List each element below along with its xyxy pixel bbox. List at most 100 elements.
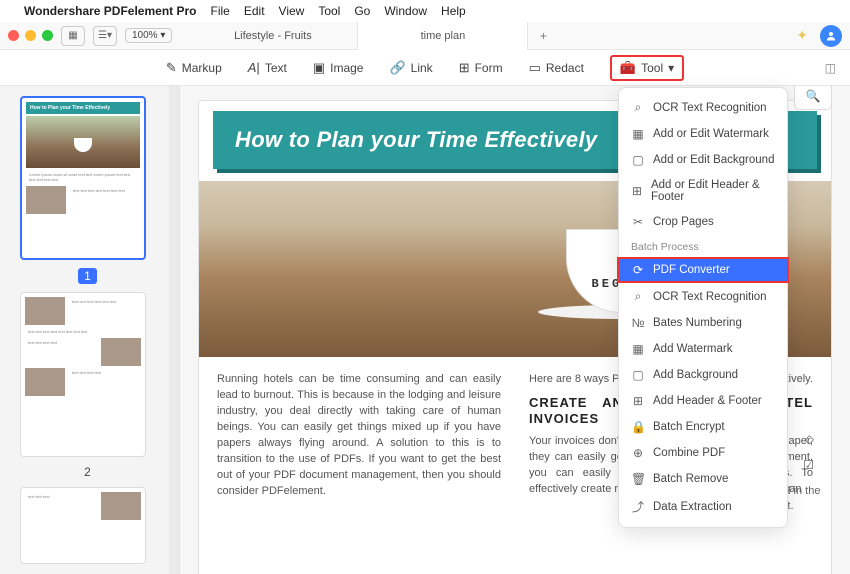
form-button[interactable]: ⊞ Form bbox=[459, 60, 503, 76]
document-tabs: Lifestyle - Fruits time plan + bbox=[188, 22, 788, 50]
tab-time-plan[interactable]: time plan bbox=[358, 22, 528, 50]
dd-label: Add or Edit Watermark bbox=[653, 128, 769, 140]
menu-tool[interactable]: Tool bbox=[318, 4, 340, 18]
combine-icon: ⊕ bbox=[631, 446, 645, 460]
image-button[interactable]: ▣ Image bbox=[313, 60, 364, 76]
checkbox-icon[interactable]: ☑ bbox=[803, 458, 814, 472]
form-icon: ⊞ bbox=[459, 60, 470, 76]
panel-toggle-icon[interactable]: ◫ bbox=[825, 61, 836, 75]
close-window-button[interactable] bbox=[8, 30, 19, 41]
main-toolbar: ✎ Markup A|Text ▣ Image 🔗Link ⊞ Form ▭ Redac… bbox=[0, 50, 850, 86]
body-column-1: Running hotels can be time consuming and… bbox=[217, 371, 501, 499]
text-button[interactable]: A|Text bbox=[248, 60, 287, 75]
zoom-value: 100% bbox=[132, 30, 158, 41]
image-label: Image bbox=[330, 61, 363, 75]
dd-label: Bates Numbering bbox=[653, 317, 742, 329]
dd-pdf-converter[interactable]: ⟳ PDF Converter bbox=[617, 257, 789, 283]
properties-icon[interactable]: ◇ bbox=[805, 432, 814, 446]
dd-ocr-text-recognition[interactable]: ⌕ OCR Text Recognition bbox=[619, 94, 787, 121]
window-titlebar: ▦ ☰▾ 100% ▾ Lifestyle - Fruits time plan… bbox=[0, 22, 850, 50]
markup-button[interactable]: ✎ Markup bbox=[166, 60, 222, 76]
menu-window[interactable]: Window bbox=[384, 4, 427, 18]
link-label: Link bbox=[411, 61, 433, 75]
tab-lifestyle-fruits[interactable]: Lifestyle - Fruits bbox=[188, 22, 358, 50]
link-button[interactable]: 🔗Link bbox=[389, 60, 432, 76]
dd-add-edit-background[interactable]: ▢ Add or Edit Background bbox=[619, 147, 787, 173]
dd-add-watermark[interactable]: ▦ Add Watermark bbox=[619, 336, 787, 362]
maximize-window-button[interactable] bbox=[42, 30, 53, 41]
tool-button[interactable]: 🧰 Tool ▾ bbox=[610, 55, 684, 81]
app-name[interactable]: Wondershare PDFelement Pro bbox=[24, 4, 197, 18]
form-label: Form bbox=[475, 61, 503, 75]
sidebar-toggle-icon[interactable]: ☰▾ bbox=[93, 26, 117, 46]
markup-icon: ✎ bbox=[166, 60, 177, 76]
dd-label: PDF Converter bbox=[653, 264, 730, 276]
dd-data-extraction[interactable]: ⤴ Data Extraction bbox=[619, 492, 787, 521]
redact-label: Redact bbox=[546, 61, 584, 75]
redact-button[interactable]: ▭ Redact bbox=[529, 60, 584, 76]
dd-label: Add or Edit Background bbox=[653, 154, 774, 166]
dd-add-edit-watermark[interactable]: ▦ Add or Edit Watermark bbox=[619, 121, 787, 147]
dd-batch-remove[interactable]: 🗑Batch Remove bbox=[619, 466, 787, 492]
zoom-select[interactable]: 100% ▾ bbox=[125, 28, 172, 43]
watermark-icon: ▦ bbox=[631, 127, 645, 141]
dd-bates-numbering[interactable]: №Bates Numbering bbox=[619, 310, 787, 336]
markup-label: Markup bbox=[182, 61, 222, 75]
dd-combine-pdf[interactable]: ⊕ Combine PDF bbox=[619, 440, 787, 466]
dd-label: Crop Pages bbox=[653, 216, 714, 228]
macos-menubar: Wondershare PDFelement Pro File Edit Vie… bbox=[0, 0, 850, 22]
background-icon: ▢ bbox=[631, 153, 645, 167]
menu-help[interactable]: Help bbox=[441, 4, 466, 18]
sidebar-scrollbar[interactable] bbox=[169, 86, 179, 574]
page-thumbnail-3[interactable]: text text text bbox=[20, 487, 146, 564]
image-icon: ▣ bbox=[313, 60, 325, 76]
dd-add-header-footer[interactable]: ⊞Add Header & Footer bbox=[619, 388, 787, 414]
search-icon: 🔍 bbox=[806, 89, 821, 103]
dd-add-background[interactable]: ▢ Add Background bbox=[619, 362, 787, 388]
minimize-window-button[interactable] bbox=[25, 30, 36, 41]
background-icon: ▢ bbox=[631, 368, 645, 382]
dd-batch-encrypt[interactable]: 🔒Batch Encrypt bbox=[619, 414, 787, 440]
search-button[interactable]: 🔍 bbox=[794, 86, 832, 110]
dd-label: Add or Edit Header & Footer bbox=[651, 179, 775, 203]
menu-file[interactable]: File bbox=[211, 4, 230, 18]
text-label: Text bbox=[265, 61, 287, 75]
header-footer-icon: ⊞ bbox=[631, 394, 645, 408]
thumbnail-view-icon[interactable]: ▦ bbox=[61, 26, 85, 46]
menu-view[interactable]: View bbox=[279, 4, 305, 18]
ocr-icon: ⌕ bbox=[631, 100, 645, 115]
page-number-2: 2 bbox=[20, 465, 155, 479]
crop-icon: ✂ bbox=[631, 215, 645, 229]
chevron-down-icon: ▾ bbox=[668, 61, 674, 75]
lock-icon: 🔒 bbox=[631, 420, 645, 434]
page-number-1: 1 bbox=[20, 268, 155, 284]
extract-icon: ⤴ bbox=[631, 498, 645, 515]
dd-label: Add Watermark bbox=[653, 343, 732, 355]
dd-section-header: Batch Process bbox=[619, 235, 787, 257]
new-tab-button[interactable]: + bbox=[528, 22, 558, 50]
page-thumbnail-1[interactable]: How to Plan your Time Effectively Lorem … bbox=[20, 96, 146, 260]
thumbnail-sidebar: How to Plan your Time Effectively Lorem … bbox=[0, 86, 180, 574]
tips-icon[interactable]: ✦ bbox=[796, 27, 808, 44]
dd-label: Add Background bbox=[653, 369, 738, 381]
page-thumbnail-2[interactable]: text text text text text text text text … bbox=[20, 292, 146, 456]
tool-dropdown: ⌕ OCR Text Recognition ▦ Add or Edit Water… bbox=[618, 87, 788, 528]
toolbox-icon: 🧰 bbox=[620, 60, 636, 76]
dd-label: Combine PDF bbox=[653, 447, 725, 459]
watermark-icon: ▦ bbox=[631, 342, 645, 356]
dd-crop-pages[interactable]: ✂ Crop Pages bbox=[619, 209, 787, 235]
dd-label: Batch Remove bbox=[653, 473, 728, 485]
tool-label: Tool bbox=[641, 61, 663, 75]
dd-add-edit-header-footer[interactable]: ⊞ Add or Edit Header & Footer bbox=[619, 173, 787, 209]
menu-edit[interactable]: Edit bbox=[244, 4, 265, 18]
menu-go[interactable]: Go bbox=[354, 4, 370, 18]
thumb-title: How to Plan your Time Effectively bbox=[26, 102, 140, 114]
dd-label: OCR Text Recognition bbox=[653, 291, 767, 303]
redact-icon: ▭ bbox=[529, 60, 541, 76]
user-avatar[interactable] bbox=[820, 25, 842, 47]
header-footer-icon: ⊞ bbox=[631, 184, 643, 198]
converter-icon: ⟳ bbox=[631, 263, 645, 277]
dd-ocr-batch[interactable]: ⌕OCR Text Recognition bbox=[619, 283, 787, 310]
dd-label: Data Extraction bbox=[653, 501, 732, 513]
dd-label: OCR Text Recognition bbox=[653, 102, 767, 114]
